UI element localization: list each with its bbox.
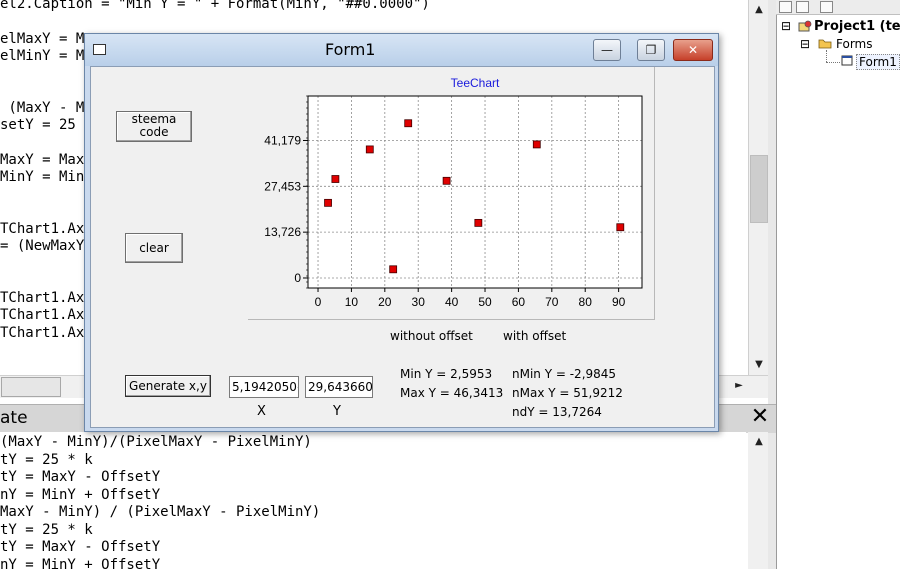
teechart[interactable]: TeeChart 0 10 20 30 40 50 60 70 80 90 0 13,726 27,453… xyxy=(248,67,654,319)
code-line: MaxY = Max xyxy=(0,151,85,168)
code-line: MinY = Min xyxy=(0,169,85,185)
data-point xyxy=(532,140,541,149)
project-icon xyxy=(798,20,812,32)
code-line: el2.Caption = "Min Y = " + Format(MinY, … xyxy=(0,0,430,12)
nmax-y-label: nMax Y = 51,9212 xyxy=(512,386,623,400)
y-caption: Y xyxy=(333,404,341,419)
x-tick-label: 10 xyxy=(345,295,359,309)
plot-area xyxy=(308,96,642,288)
nd-y-label: ndY = 13,7264 xyxy=(512,405,602,419)
scroll-down-icon[interactable]: ▼ xyxy=(750,356,768,374)
panel-splitter[interactable] xyxy=(768,0,776,569)
tree-expand-forms-icon[interactable]: ⊟ xyxy=(800,37,810,51)
legend-with-offset: with offset xyxy=(503,329,567,343)
legend-without-offset: without offset xyxy=(390,329,473,343)
form-title: Form1 xyxy=(325,40,376,59)
maximize-icon[interactable]: ❐ xyxy=(637,39,665,61)
steema-button-line-2: code xyxy=(139,125,169,139)
close-icon[interactable]: ✕ xyxy=(746,403,774,431)
x-tick-label: 30 xyxy=(412,295,426,309)
minimize-icon[interactable]: — xyxy=(593,39,621,61)
immediate-line: tY = MaxY - OffsetY xyxy=(0,469,161,485)
project-explorer-toolbar xyxy=(776,0,900,15)
tree-item-form1[interactable]: Form1 xyxy=(856,54,900,70)
data-point xyxy=(365,145,374,154)
code-horizontal-scroll-thumb[interactable] xyxy=(1,377,61,397)
chart-title: TeeChart xyxy=(451,76,500,90)
code-line: (MaxY - M xyxy=(0,99,85,116)
data-point xyxy=(474,218,483,227)
x-tick-label: 20 xyxy=(378,295,392,309)
form-app-icon xyxy=(93,44,106,55)
immediate-line: nY = MinY + OffsetY xyxy=(0,556,161,569)
close-icon[interactable]: ✕ xyxy=(673,39,713,61)
immediate-window[interactable]: (MaxY - MinY)/(PixelMaxY - PixelMinY) tY … xyxy=(0,432,746,569)
immediate-line: MaxY - MinY) / (PixelMaxY - PixelMinY) xyxy=(0,504,321,520)
data-point xyxy=(404,119,413,128)
project-explorer xyxy=(776,0,900,569)
immediate-line: tY = 25 * k xyxy=(0,451,93,468)
steema-code-button[interactable]: steema code xyxy=(116,111,192,142)
immediate-line: tY = MaxY - OffsetY xyxy=(0,539,161,555)
code-line: setY = 25 xyxy=(0,117,76,134)
y-value-field[interactable]: 29,643660 xyxy=(305,376,373,398)
max-y-label: Max Y = 46,3413 xyxy=(400,386,504,400)
code-line: TChart1.Ax xyxy=(0,220,85,237)
toggle-folders-icon[interactable] xyxy=(820,1,833,13)
view-object-icon[interactable] xyxy=(796,1,809,13)
y-tick-label: 27,453 xyxy=(264,179,301,193)
code-line: TChart1.Ax xyxy=(0,307,85,324)
y-tick-label: 13,726 xyxy=(264,225,301,239)
x-tick-label: 80 xyxy=(579,295,593,309)
code-line: = (NewMaxY xyxy=(0,238,85,255)
scroll-right-icon[interactable]: ► xyxy=(730,377,748,395)
x-tick-label: 70 xyxy=(545,295,559,309)
immediate-line: (MaxY - MinY)/(PixelMaxY - PixelMinY) xyxy=(0,434,312,450)
min-y-label: Min Y = 2,5953 xyxy=(400,367,493,381)
code-vertical-scroll-thumb[interactable] xyxy=(750,155,768,223)
immediate-line: tY = 25 * k xyxy=(0,521,93,538)
folder-icon xyxy=(818,39,832,49)
scroll-up-icon[interactable]: ▲ xyxy=(750,433,768,451)
x-tick-label: 60 xyxy=(512,295,526,309)
immediate-line: nY = MinY + OffsetY xyxy=(0,486,161,503)
data-point xyxy=(389,265,398,274)
tree-line xyxy=(826,50,828,62)
code-line: TChart1.Ax xyxy=(0,324,85,341)
tree-expand-project-icon[interactable]: ⊟ xyxy=(781,19,791,33)
nmin-y-label: nMin Y = -2,9845 xyxy=(512,367,617,381)
form-file-icon xyxy=(841,55,853,66)
y-tick-label: 0 xyxy=(294,271,301,285)
generate-xy-button[interactable]: Generate x,y xyxy=(125,375,211,397)
immediate-vertical-scrollbar[interactable] xyxy=(748,432,768,569)
clear-button[interactable]: clear xyxy=(125,233,183,263)
x-tick-label: 90 xyxy=(612,295,626,309)
code-line: elMinY = M xyxy=(0,47,85,64)
x-tick-label: 0 xyxy=(315,295,322,309)
view-code-icon[interactable] xyxy=(779,1,792,13)
immediate-window-title: ate xyxy=(0,408,28,428)
x-value-field[interactable]: 5,1942050‹ xyxy=(229,376,299,398)
y-tick-label: 41,179 xyxy=(264,133,301,147)
x-tick-label: 40 xyxy=(445,295,459,309)
x-caption: X xyxy=(257,404,266,419)
scroll-up-icon[interactable]: ▲ xyxy=(750,1,768,19)
data-point xyxy=(616,223,625,232)
data-point xyxy=(331,175,340,183)
tree-item-project[interactable]: Project1 (tes xyxy=(814,19,900,34)
code-line: TChart1.Ax xyxy=(0,290,85,307)
code-line: elMaxY = M xyxy=(0,30,85,47)
tree-line xyxy=(826,62,840,64)
form-titlebar[interactable]: Form1 — ❐ ✕ xyxy=(85,34,718,66)
data-point xyxy=(442,176,451,185)
tree-item-forms[interactable]: Forms xyxy=(836,37,872,51)
x-tick-label: 50 xyxy=(478,295,492,309)
data-point xyxy=(324,198,332,207)
